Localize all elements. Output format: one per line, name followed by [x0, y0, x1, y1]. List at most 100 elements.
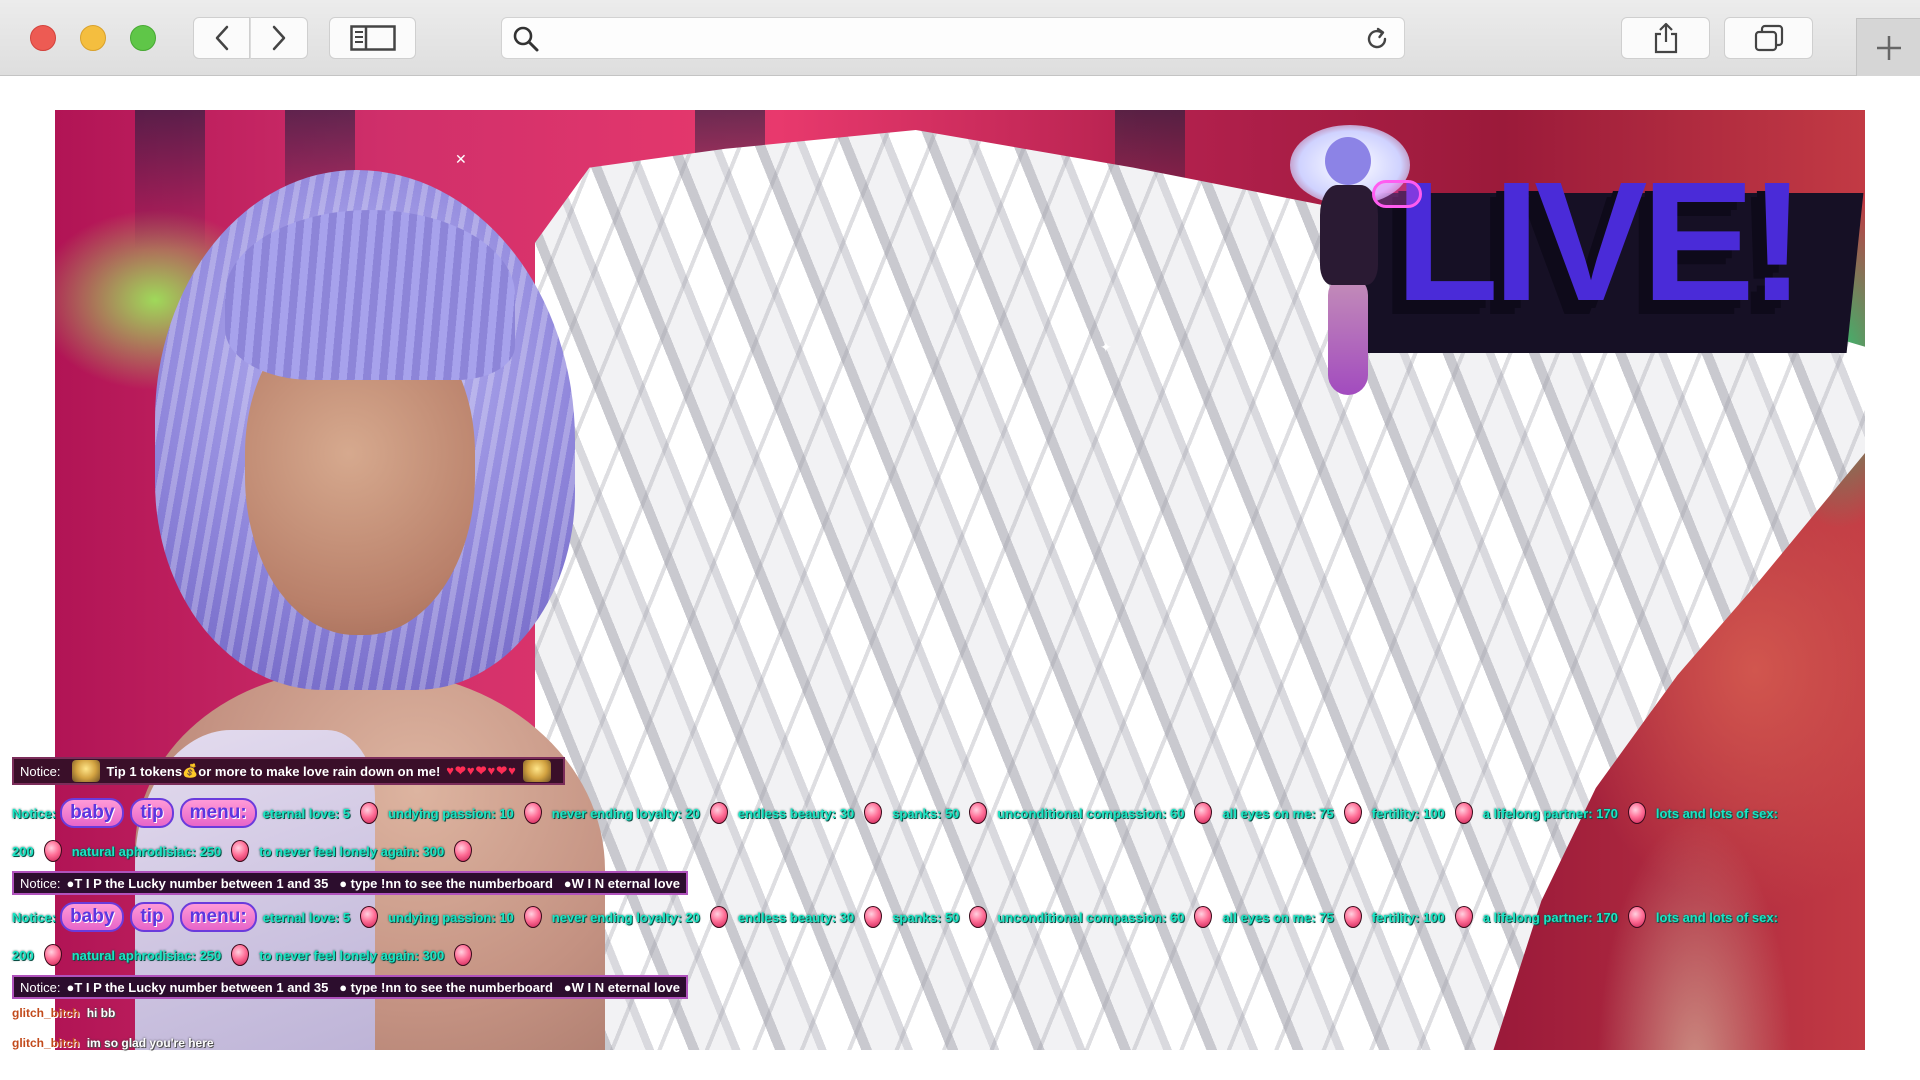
tabs-overview-icon: [1754, 24, 1783, 52]
heart-gem-icon: [454, 944, 473, 966]
heart-gem-icon: [1343, 802, 1362, 824]
sparkle-icon: ✦: [1105, 230, 1117, 246]
chat-username[interactable]: glitch_bitch: [12, 1036, 79, 1050]
heart-gem-icon: [231, 840, 250, 862]
menu-item: natural aphrodisiac: 250: [71, 947, 222, 963]
share-icon: [1654, 22, 1677, 54]
menu-item: endless beauty: 30: [737, 805, 855, 821]
menu-item: to never feel lonely again: 300: [259, 843, 445, 859]
lucky-notice-text: ●W I N eternal love: [563, 979, 680, 995]
tip-notice-text: Tip 1 tokens: [106, 763, 183, 779]
money-bag-icon: 💰: [182, 763, 199, 778]
chevron-right-icon: [272, 25, 286, 51]
menu-item: never ending loyalty: 20: [551, 909, 700, 925]
menu-item: lots and lots of sex:: [1655, 909, 1778, 925]
harp-icon: [1372, 180, 1422, 208]
tip-menu-row: Notice: baby tip menu: eternal love: 5 u…: [12, 797, 1778, 829]
minimize-window-button[interactable]: [80, 25, 106, 51]
menu-item: eternal love: 5: [262, 909, 351, 925]
heart-gem-icon: [360, 802, 379, 824]
menu-item: a lifelong partner: 170: [1482, 805, 1618, 821]
sidebar-icon: [349, 25, 396, 51]
menu-item: unconditional compassion: 60: [997, 909, 1185, 925]
reload-icon[interactable]: [1364, 26, 1390, 52]
menu-item: spanks: 50: [892, 909, 960, 925]
menu-item: endless beauty: 30: [737, 909, 855, 925]
heart-gem-icon: [1194, 802, 1213, 824]
live-logo: LIVE!: [1346, 157, 1865, 375]
chat-username[interactable]: glitch_bitch: [12, 1006, 79, 1020]
menu-item: never ending loyalty: 20: [551, 805, 700, 821]
tip-notice-text-after: or more to make love rain down on me!: [198, 763, 441, 779]
heart-gem-icon: [1194, 906, 1213, 928]
chat-tip-notice: Notice: Tip 1 tokens 💰 or more to make l…: [12, 757, 565, 785]
sparkle-icon: ✦: [1135, 280, 1147, 296]
menu-item: fertility: 100: [1371, 805, 1445, 821]
zoom-window-button[interactable]: [130, 25, 156, 51]
search-icon: [513, 26, 539, 52]
pill-menu: menu:: [179, 798, 257, 828]
chat-message-text: hi bb: [86, 1006, 116, 1020]
heart-gem-icon: [864, 802, 883, 824]
fairy-body: [1320, 185, 1378, 285]
pill-baby: baby: [60, 798, 125, 828]
pill-menu: menu:: [179, 902, 257, 932]
plus-icon: [1876, 35, 1901, 60]
lucky-notice-text: ● type !nn to see the numberboard: [339, 979, 553, 995]
chat-message-text: im so glad you're here: [86, 1036, 214, 1050]
tip-menu-row: Notice: baby tip menu: eternal love: 5 u…: [12, 901, 1778, 933]
chat-message: glitch_bitch hi bb: [12, 1006, 115, 1020]
heart-gem-icon: [709, 802, 728, 824]
menu-item: spanks: 50: [892, 805, 960, 821]
performer-bangs: [225, 210, 515, 380]
back-button[interactable]: [193, 17, 250, 59]
lucky-notice-box: Notice: ●T I P the Lucky number between …: [12, 871, 688, 895]
show-tabs-button[interactable]: [1724, 17, 1813, 59]
menu-item: unconditional compassion: 60: [997, 805, 1185, 821]
notice-label: Notice:: [12, 805, 57, 821]
sidebar-toggle-button[interactable]: [329, 17, 416, 59]
close-window-button[interactable]: [30, 25, 56, 51]
sparkle-icon: ✦: [1100, 340, 1112, 356]
heart-gem-icon: [43, 840, 62, 862]
heart-gem-icon: [1454, 802, 1473, 824]
cherub-icon: [522, 760, 551, 782]
cherub-icon: [72, 760, 101, 782]
fairy-legs: [1328, 275, 1368, 395]
tip-menu-row: 200 natural aphrodisiac: 250 to never fe…: [12, 835, 482, 867]
menu-item: all eyes on me: 75: [1222, 909, 1334, 925]
lucky-notice-text: ● type !nn to see the numberboard: [339, 875, 553, 891]
new-tab-button[interactable]: [1856, 18, 1920, 76]
lucky-notice-text: ●W I N eternal love: [563, 875, 680, 891]
menu-item: lots and lots of sex:: [1655, 805, 1778, 821]
sparkle-icon: ✕: [455, 152, 467, 168]
chat-lucky-notice: Notice: ●T I P the Lucky number between …: [12, 871, 688, 895]
heart-gem-icon: [1343, 906, 1362, 928]
heart-gem-icon: [360, 906, 379, 928]
menu-item: all eyes on me: 75: [1222, 805, 1334, 821]
notice-label: Notice:: [12, 909, 57, 925]
heart-gem-icon: [231, 944, 250, 966]
forward-button[interactable]: [250, 17, 308, 59]
menu-item: 200: [12, 947, 34, 963]
lucky-notice-text: ●T I P the Lucky number between 1 and 35: [66, 875, 329, 891]
browser-toolbar: [0, 0, 1920, 76]
menu-item: natural aphrodisiac: 250: [71, 843, 222, 859]
heart-gem-icon: [43, 944, 62, 966]
chat-message: glitch_bitch im so glad you're here: [12, 1036, 214, 1050]
notice-label: Notice:: [20, 875, 61, 891]
tip-notice-box: Notice: Tip 1 tokens 💰 or more to make l…: [12, 757, 565, 785]
notice-label: Notice:: [20, 763, 61, 779]
fairy-sticker: [1280, 125, 1422, 405]
tip-menu-row: 200 natural aphrodisiac: 250 to never fe…: [12, 939, 482, 971]
hearts-icon: ♥❤♥❤♥❤♥: [446, 763, 517, 778]
menu-item: 200: [12, 843, 34, 859]
chat-lucky-notice: Notice: ●T I P the Lucky number between …: [12, 975, 688, 999]
pill-tip: tip: [130, 902, 174, 932]
heart-gem-icon: [1627, 802, 1646, 824]
address-bar[interactable]: [501, 17, 1405, 59]
share-button[interactable]: [1621, 17, 1710, 59]
menu-item: undying passion: 10: [388, 805, 514, 821]
heart-gem-icon: [523, 802, 542, 824]
address-input[interactable]: [554, 24, 1314, 52]
